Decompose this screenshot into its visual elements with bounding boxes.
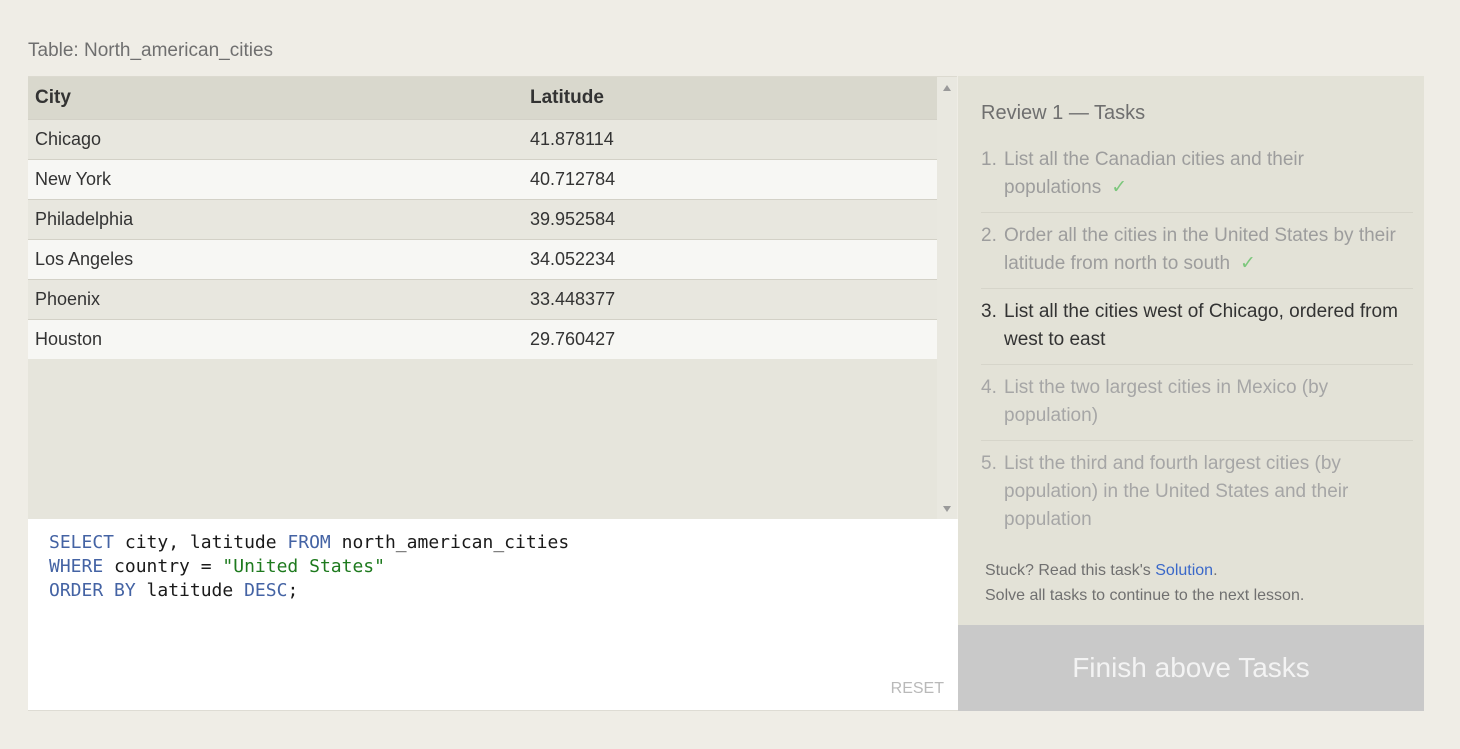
task-number: 5. bbox=[981, 453, 997, 474]
table-row: Chicago 41.878114 bbox=[28, 119, 937, 160]
task-number: 3. bbox=[981, 301, 997, 322]
task-item: 3. List all the cities west of Chicago, … bbox=[981, 298, 1413, 365]
task-label: List all the Canadian cities and their p… bbox=[1004, 149, 1304, 198]
sql-text: north_american_cities bbox=[330, 532, 570, 553]
task-number: 2. bbox=[981, 225, 997, 246]
solve-all-text: Solve all tasks to continue to the next … bbox=[985, 587, 1305, 604]
sql-keyword: SELECT bbox=[49, 532, 115, 553]
sql-text: country = bbox=[103, 556, 223, 577]
task-text: List all the Canadian cities and their p… bbox=[1004, 146, 1413, 202]
task-number: 1. bbox=[981, 149, 997, 170]
cell-latitude: 29.760427 bbox=[523, 319, 937, 359]
sql-keyword: DESC bbox=[244, 580, 288, 601]
check-icon: ✓ bbox=[1111, 177, 1128, 198]
scroll-down-icon[interactable] bbox=[943, 506, 951, 512]
cell-latitude: 41.878114 bbox=[523, 119, 937, 160]
stuck-suffix: . bbox=[1213, 562, 1218, 579]
cell-latitude: 40.712784 bbox=[523, 159, 937, 200]
results-table: City Latitude Chicago 41.878114 New York… bbox=[28, 77, 937, 359]
cell-city: New York bbox=[28, 159, 523, 200]
query-results: City Latitude Chicago 41.878114 New York… bbox=[28, 76, 957, 520]
cell-city: Los Angeles bbox=[28, 239, 523, 280]
table-header-row: City Latitude bbox=[28, 77, 937, 120]
table-row: New York 40.712784 bbox=[28, 159, 937, 200]
tasks-title: Review 1 — Tasks bbox=[981, 102, 1146, 124]
results-scroll-area[interactable]: City Latitude Chicago 41.878114 New York… bbox=[28, 77, 937, 520]
table-caption: Table: North_american_cities bbox=[28, 40, 274, 61]
cell-latitude: 39.952584 bbox=[523, 199, 937, 240]
task-label: List all the cities west of Chicago, ord… bbox=[1004, 301, 1398, 350]
results-scrollbar[interactable] bbox=[937, 77, 957, 520]
sql-text: latitude bbox=[135, 580, 245, 601]
task-list: 1. List all the Canadian cities and thei… bbox=[981, 146, 1413, 553]
check-icon: ✓ bbox=[1240, 253, 1256, 274]
cell-city: Houston bbox=[28, 319, 523, 359]
column-header-latitude: Latitude bbox=[523, 77, 937, 120]
cell-latitude: 34.052234 bbox=[523, 239, 937, 280]
sql-text: city, latitude bbox=[114, 532, 288, 553]
column-header-city: City bbox=[28, 77, 523, 120]
solution-link[interactable]: Solution bbox=[1155, 562, 1213, 579]
tasks-panel: Review 1 — Tasks 1. List all the Canadia… bbox=[958, 76, 1424, 625]
stuck-prefix: Stuck? Read this task's bbox=[985, 562, 1156, 579]
cell-latitude: 33.448377 bbox=[523, 279, 937, 320]
table-row: Los Angeles 34.052234 bbox=[28, 239, 937, 280]
cell-city: Chicago bbox=[28, 119, 523, 160]
task-text: Order all the cities in the United State… bbox=[1004, 222, 1413, 278]
finish-tasks-button[interactable]: Finish above Tasks bbox=[958, 625, 1424, 711]
table-row: Phoenix 33.448377 bbox=[28, 279, 937, 320]
sql-keyword: WHERE bbox=[49, 556, 104, 577]
sql-keyword: FROM bbox=[287, 532, 331, 553]
sql-keyword: ORDER BY bbox=[49, 580, 136, 601]
table-row: Philadelphia 39.952584 bbox=[28, 199, 937, 240]
reset-button[interactable]: RESET bbox=[891, 680, 944, 698]
task-item: 1. List all the Canadian cities and thei… bbox=[981, 146, 1413, 213]
task-item: 4. List the two largest cities in Mexico… bbox=[981, 374, 1413, 441]
help-text: Stuck? Read this task's Solution. Solve … bbox=[985, 558, 1304, 608]
sql-text: ; bbox=[287, 580, 299, 601]
table-row: Houston 29.760427 bbox=[28, 319, 937, 359]
sql-code[interactable]: SELECT city, latitude FROM north_america… bbox=[49, 531, 569, 603]
sql-string: "United States" bbox=[222, 556, 385, 577]
task-item: 5. List the third and fourth largest cit… bbox=[981, 450, 1413, 544]
sql-editor[interactable]: SELECT city, latitude FROM north_america… bbox=[28, 519, 958, 711]
task-number: 4. bbox=[981, 377, 997, 398]
task-label: Order all the cities in the United State… bbox=[1004, 225, 1396, 274]
task-label: List the third and fourth largest cities… bbox=[1004, 453, 1349, 530]
task-item: 2. Order all the cities in the United St… bbox=[981, 222, 1413, 289]
scroll-up-icon[interactable] bbox=[943, 85, 951, 91]
task-label: List the two largest cities in Mexico (b… bbox=[1004, 377, 1329, 426]
cell-city: Philadelphia bbox=[28, 199, 523, 240]
cell-city: Phoenix bbox=[28, 279, 523, 320]
